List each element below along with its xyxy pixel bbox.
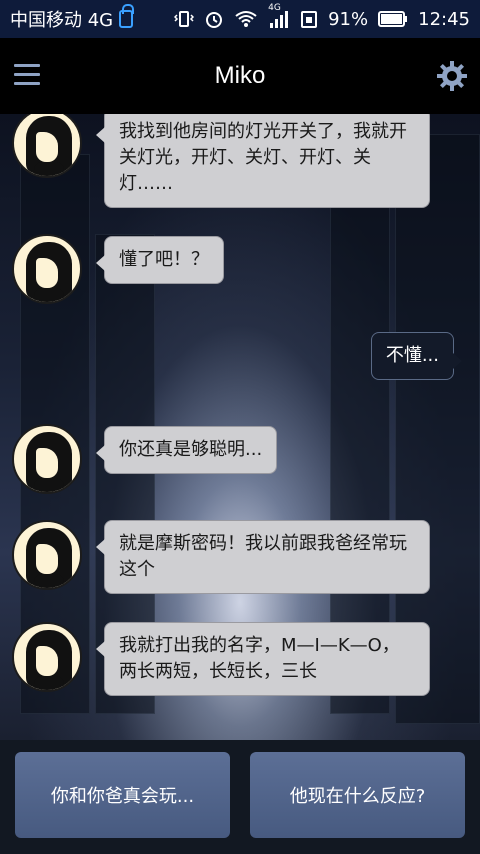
carrier-label: 中国移动 4G	[10, 10, 114, 31]
avatar	[12, 622, 82, 692]
message-row: 你还真是够聪明...	[12, 424, 278, 494]
menu-button[interactable]	[14, 64, 40, 86]
message-bubble: 就是摩斯密码！我以前跟我爸经常玩这个	[96, 520, 430, 594]
clock: 12:45	[418, 8, 470, 30]
settings-button[interactable]	[436, 60, 468, 92]
status-bar: 中国移动 4G 4G 91% 12:45	[0, 0, 480, 38]
message-row: 懂了吧！？	[12, 234, 224, 304]
vibrate-icon	[174, 11, 195, 27]
avatar	[12, 424, 82, 494]
battery-percent: 91%	[328, 8, 369, 30]
message-bubble: 懂了吧！？	[96, 236, 224, 284]
message-row: 我就打出我的名字，M—I—K—O，两长两短，长短长，三长	[12, 622, 430, 696]
choice-label: 你和你爸真会玩...	[50, 786, 195, 807]
battery-icon	[378, 11, 408, 27]
reply-choices: 你和你爸真会玩... 他现在什么反应?	[0, 740, 480, 854]
message-bubble: 我就打出我的名字，M—I—K—O，两长两短，长短长，三长	[96, 622, 430, 696]
message-bubble: 我找到他房间的灯光开关了，我就开关灯光，开灯、关灯、开灯、关灯……	[96, 114, 430, 208]
alarm-icon	[206, 12, 223, 28]
message-row: 就是摩斯密码！我以前跟我爸经常玩这个	[12, 520, 430, 594]
avatar	[12, 520, 82, 590]
choice-button-1[interactable]: 你和你爸真会玩...	[15, 752, 230, 838]
choice-label: 他现在什么反应?	[289, 786, 426, 807]
message-row: 我找到他房间的灯光开关了，我就开关灯光，开灯、关灯、开灯、关灯……	[12, 114, 430, 208]
avatar	[12, 114, 82, 178]
wifi-icon	[235, 11, 257, 27]
page-title: Miko	[214, 62, 266, 89]
message-row-user: 不懂...	[370, 332, 463, 380]
message-bubble: 你还真是够聪明...	[95, 426, 278, 474]
lock-icon	[119, 4, 135, 28]
message-bubble-user: 不懂...	[370, 332, 463, 380]
data-saver-icon	[301, 11, 318, 28]
gear-icon	[437, 61, 467, 91]
app-bar: Miko	[0, 38, 480, 114]
chat-area[interactable]: 我找到他房间的灯光开关了，我就开关灯光，开灯、关灯、开灯、关灯…… 懂了吧！？ …	[0, 114, 480, 740]
network-type-label: 4G	[268, 3, 281, 13]
avatar	[12, 234, 82, 304]
hamburger-menu-icon	[14, 64, 40, 85]
signal-icon: 4G	[268, 3, 290, 29]
choice-button-2[interactable]: 他现在什么反应?	[250, 752, 465, 838]
